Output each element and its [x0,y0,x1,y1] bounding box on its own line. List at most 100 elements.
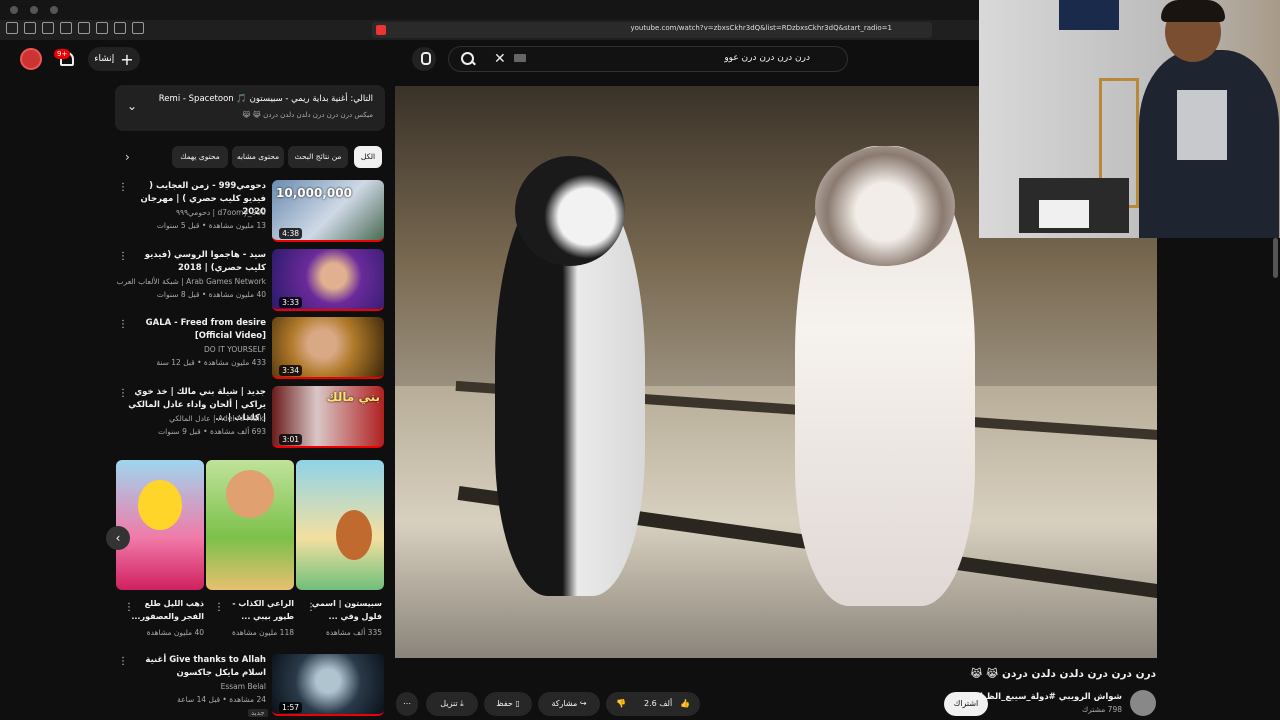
browser-icons [6,22,144,38]
webcam-overlay [979,0,1280,238]
chat-icon[interactable] [132,22,144,34]
dislike-icon[interactable]: 👎 [616,692,626,716]
settings-icon[interactable] [60,22,72,34]
more-options-icon[interactable]: ⋮ [118,182,128,193]
create-button[interactable]: إنشاء + [88,47,140,71]
clear-search-close-icon[interactable]: ✕ [494,51,506,67]
window-dot-icon[interactable] [10,6,18,14]
chip-all[interactable]: الكل [354,146,382,168]
thumbnail-text: 10,000,000 [276,186,352,200]
url-text: youtube.com/watch?v=zbxsCkhr3dQ&list=RDz… [630,24,892,32]
window-dot-icon[interactable] [50,6,58,14]
grid-icon[interactable] [78,22,90,34]
like-dislike-group: 👎 2.6 ألف 👍 [606,692,700,716]
duration-badge: 3:01 [279,434,302,445]
more-options-icon[interactable]: ⋮ [214,602,224,613]
channel-name[interactable]: شواش الرويبي #دولة_سيبع_الظباء [976,692,1122,702]
duration-badge: 1:57 [279,702,302,713]
save-label: حفظ [496,699,513,708]
chip-from-search[interactable]: من نتائج البحث [288,146,348,168]
list-item[interactable]: 3:33 سيد - هاجموا الروسي (فيديو كليب حصر… [114,249,384,311]
channel-name: Essam Belal [220,682,266,691]
video-meta: 13 مليون مشاهدة • قبل 5 سنوات [156,221,266,230]
video-meta: 433 مليون مشاهدة • قبل 12 سنة [156,358,266,367]
plus-icon: + [120,49,134,69]
more-options-icon[interactable]: ⋮ [118,251,128,262]
new-badge: جديد [248,709,268,717]
more-actions-icon[interactable]: ⋯ [396,692,418,716]
duration-badge: 3:34 [279,365,302,376]
search-icon[interactable] [460,51,476,67]
address-bar[interactable]: youtube.com/watch?v=zbxsCkhr3dQ&list=RDz… [372,22,932,38]
video-meta: 40 مليون مشاهدة • قبل 8 سنوات [156,290,266,299]
create-label: إنشاء [94,54,115,64]
more-options-icon[interactable]: ⋮ [118,388,128,399]
shelf-title: الراعي الكذاب - طيور بيبي ... [232,599,294,621]
channel-name: Adel Al Malki | عادل المالكي [169,414,266,423]
desk-item [1039,200,1089,228]
scrollbar[interactable] [1273,238,1278,278]
video-title: GALA - Freed from desire [Official Video… [145,318,266,341]
download-button[interactable]: تنزيل ⤓ [426,692,478,716]
channel-avatar[interactable] [1130,690,1156,716]
extension-icon[interactable] [24,22,36,34]
channel-name: d7oomy_999 | دحومي٩٩٩ [175,208,266,217]
duration-badge: 4:38 [279,228,302,239]
music-icon[interactable] [114,22,126,34]
shelf-previous-button[interactable]: ‹ [106,526,130,550]
list-item[interactable]: بني مالك 3:01 جديد | شيلة بني مالك | خذ … [114,386,384,448]
more-options-icon[interactable]: ⋮ [118,656,128,667]
channel-name: Arab Games Network | شبكة الألعاب العرب [116,277,266,286]
shelf-meta: 335 ألف مشاهدة [325,628,382,637]
like-icon[interactable]: 👍 [680,692,690,716]
video-title: Give thanks to Allah أغنية اسلام مايكل ج… [145,655,266,678]
share-label: مشاركة [551,699,578,708]
headphones [1161,0,1225,22]
shelf-title: ذهب الليل طلع الفجر والعصفور... [131,599,204,621]
wall-poster [1059,0,1119,30]
site-icon [376,25,386,35]
duration-badge: 3:33 [279,297,302,308]
list-item[interactable]: 3:34 GALA - Freed from desire [Official … [114,317,384,379]
shelf-thumbnail[interactable] [296,460,384,590]
notification-badge: 9+ [54,49,71,59]
like-count[interactable]: 2.6 ألف [644,692,672,716]
search-query-text: درن درن درن درن عوو [724,53,810,63]
shelf-thumbnail[interactable] [206,460,294,590]
cat-head [815,146,955,266]
chevron-down-icon[interactable]: ⌄ [127,99,137,113]
video-meta: 693 ألف مشاهدة • قبل 9 سنوات [158,427,266,436]
shelf-meta: 118 مليون مشاهدة [231,628,294,637]
up-next-card[interactable]: ⌄ التالي: أغنية بداية ريمي - سبيستون 🎵 R… [115,85,385,131]
filter-chips: محتوى يهمك محتوى مشابه من نتائج البحث ال… [120,146,384,168]
share-button[interactable]: مشاركة ↪ [538,692,600,716]
list-item[interactable]: 1:57 Give thanks to Allah أغنية اسلام ما… [114,654,384,716]
save-button[interactable]: حفظ ▯ [484,692,532,716]
video-title: سيد - هاجموا الروسي (فيديو كليب حصري) | … [144,250,266,273]
sidebar-icon[interactable] [96,22,108,34]
download-label: تنزيل [440,699,458,708]
shelf-meta: 40 مليون مشاهدة [146,628,204,637]
shelf-thumbnail[interactable] [116,460,204,590]
video-meta: 24 مشاهدة • قبل 14 ساعة [177,695,266,704]
channel-name: DO IT YOURSELF [203,345,266,354]
voice-search-mic-icon[interactable] [412,47,436,71]
more-options-icon[interactable]: ⋮ [306,602,316,613]
video-title: درن درن درن دلدن دلدن دردن 😹 😹 [970,668,1156,680]
shelf-title: سبيستون | اسمي فلول وفي ... [311,599,382,621]
account-avatar[interactable] [20,48,42,70]
list-item[interactable]: 10,000,000 4:38 دحومي999 - زمن العجايب (… [114,180,384,242]
cat-head [515,156,625,266]
thumbnail-text: بني مالك [326,390,380,404]
window-dot-icon[interactable] [30,6,38,14]
subscriber-count: 798 مشترك [1081,705,1122,714]
chip-for-you[interactable]: محتوى يهمك [172,146,228,168]
shirt-print [1177,90,1227,160]
more-options-icon[interactable]: ⋮ [124,602,134,613]
up-next-subtitle: ميكس درن درن درن دلدن دلدن دردن 😹 😹 [242,111,373,119]
keyboard-icon[interactable] [514,54,526,62]
shield-icon[interactable] [42,22,54,34]
chip-related[interactable]: محتوى مشابه [232,146,284,168]
menu-icon[interactable] [6,22,18,34]
more-options-icon[interactable]: ⋮ [118,319,128,330]
